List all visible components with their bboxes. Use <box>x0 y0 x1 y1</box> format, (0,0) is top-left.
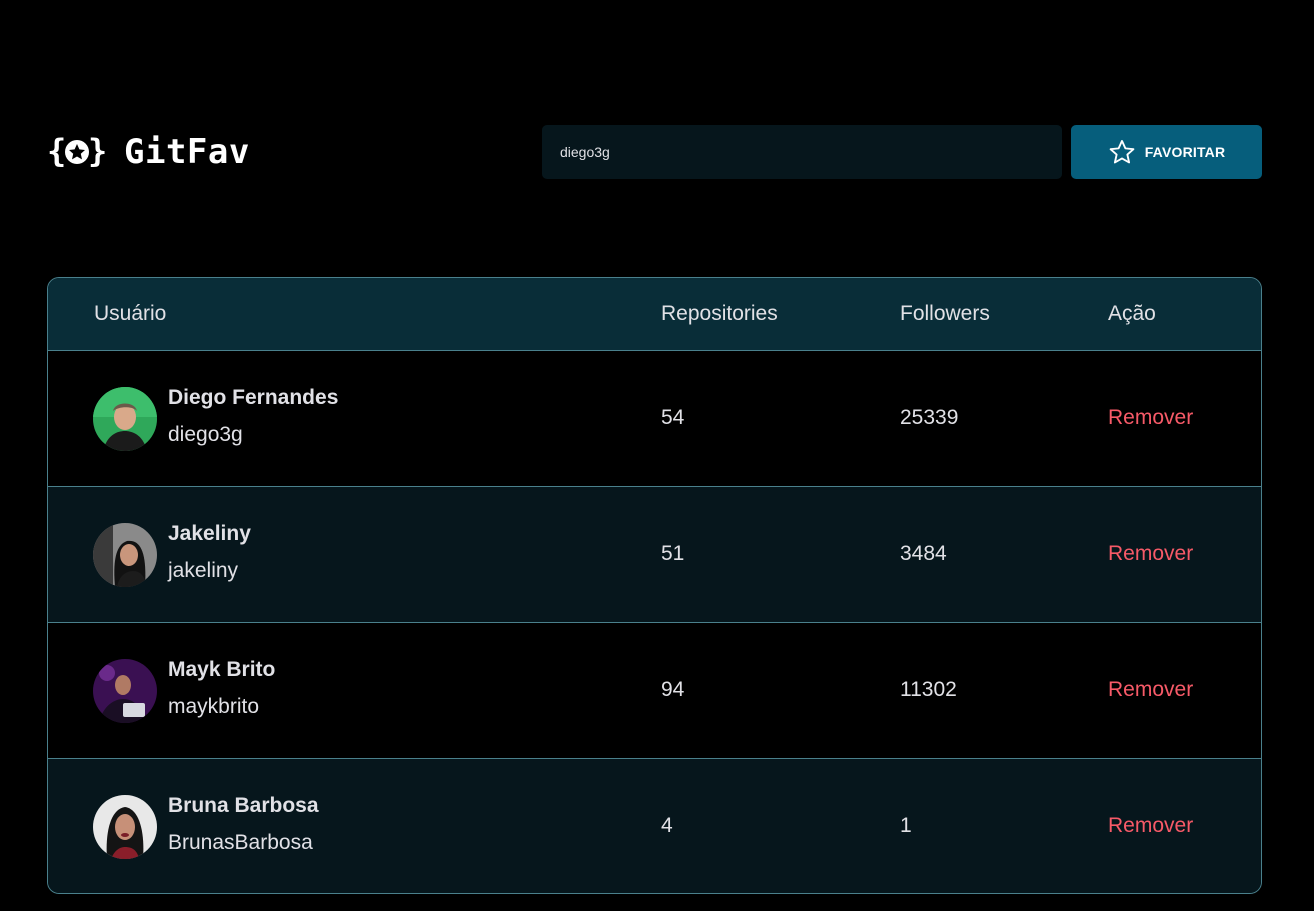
user-login: diego3g <box>168 423 243 446</box>
remove-button[interactable]: Remover <box>1108 351 1193 485</box>
avatar <box>93 659 157 723</box>
user-login: maykbrito <box>168 695 260 718</box>
remove-button[interactable]: Remover <box>1108 759 1193 893</box>
search-input[interactable] <box>542 125 1062 179</box>
remove-button[interactable]: Remover <box>1108 623 1193 757</box>
user-name: Mayk Brito <box>168 658 276 681</box>
followers-count: 3484 <box>900 542 947 565</box>
user-login: jakeliny <box>168 559 239 582</box>
table-row: Bruna Barbosa BrunasBarbosa 4 1 Remover <box>48 758 1261 893</box>
favorites-table: Usuário Repositories Followers Ação Dieg… <box>47 277 1262 894</box>
table-header: Usuário Repositories Followers Ação <box>48 278 1261 350</box>
app-title: GitFav <box>124 132 250 172</box>
followers-count: 1 <box>900 814 912 837</box>
favorite-button-label: FAVORITAR <box>1144 144 1226 160</box>
column-header-repositories: Repositories <box>661 302 778 325</box>
repositories-count: 94 <box>661 678 685 701</box>
remove-button[interactable]: Remover <box>1108 487 1193 621</box>
followers-count: 25339 <box>900 406 959 429</box>
star-icon <box>1109 139 1135 164</box>
user-name: Jakeliny <box>168 522 251 545</box>
user-name: Bruna Barbosa <box>168 794 319 817</box>
avatar <box>93 523 157 587</box>
repositories-count: 51 <box>661 542 685 565</box>
table-row: Diego Fernandes diego3g 54 25339 Remover <box>48 350 1261 486</box>
column-header-action: Ação <box>1108 302 1156 325</box>
column-header-user: Usuário <box>94 302 167 325</box>
table-row: Mayk Brito maykbrito 94 11302 Remover <box>48 622 1261 758</box>
favorite-button[interactable]: FAVORITAR <box>1071 125 1262 179</box>
table-row: Jakeliny jakeliny 51 3484 Remover <box>48 486 1261 622</box>
gitfav-logo-icon: { } <box>47 133 107 170</box>
repositories-count: 54 <box>661 406 685 429</box>
avatar <box>93 387 157 451</box>
column-header-followers: Followers <box>900 302 990 325</box>
user-name: Diego Fernandes <box>168 386 339 409</box>
svg-text:}: } <box>88 133 107 170</box>
logo: { } GitFav <box>47 132 250 172</box>
user-login: BrunasBarbosa <box>168 831 313 854</box>
header: { } GitFav FAVORITAR <box>47 125 1262 179</box>
svg-text:{: { <box>47 133 66 170</box>
followers-count: 11302 <box>900 678 957 701</box>
repositories-count: 4 <box>661 814 673 837</box>
avatar <box>93 795 157 859</box>
